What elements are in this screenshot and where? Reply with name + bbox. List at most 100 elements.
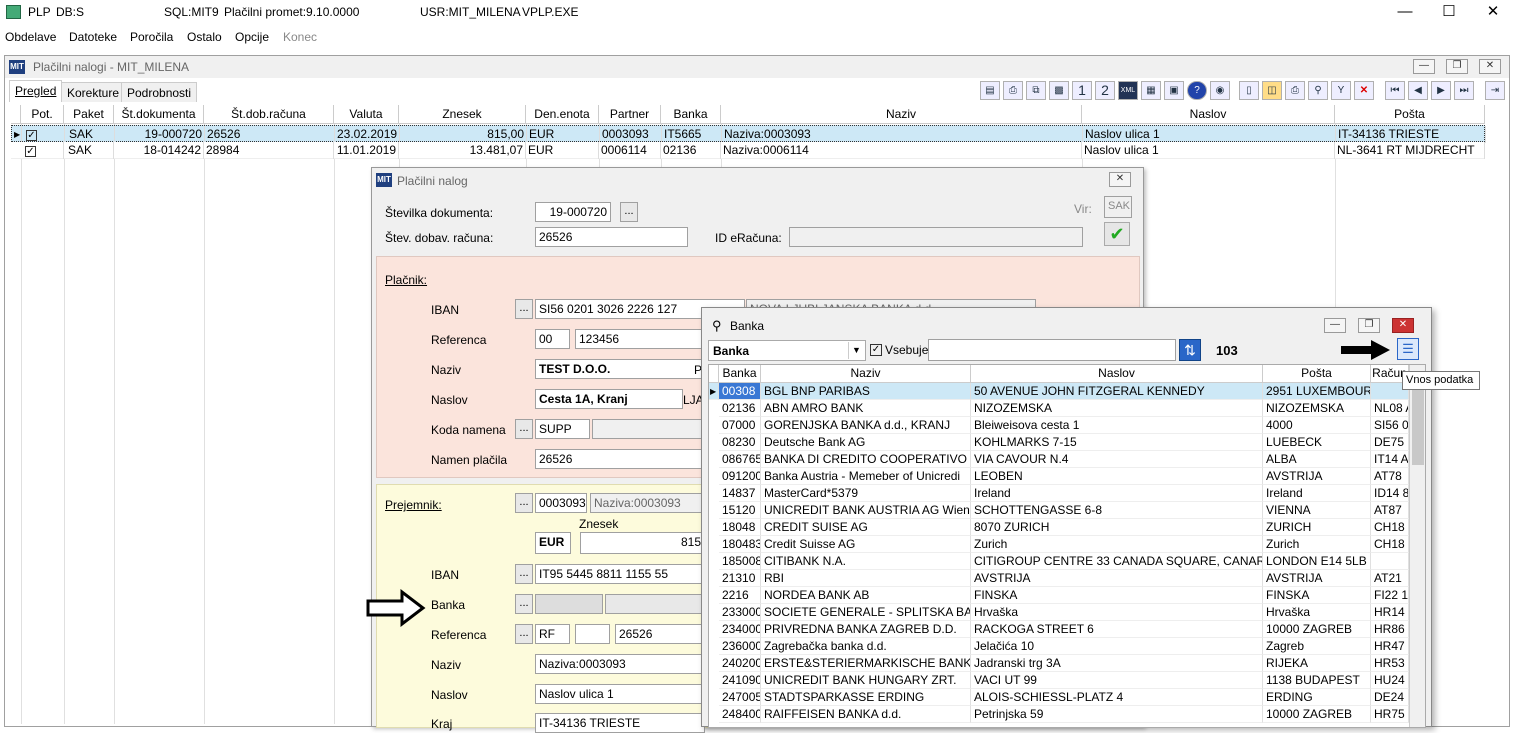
mdi-restore-button[interactable]: ❐ xyxy=(1446,59,1468,74)
menu-datoteke[interactable]: Datoteke xyxy=(69,30,117,44)
table-row[interactable]: 248400 RAIFFEISEN BANKA d.d. Petrinjska 59… xyxy=(709,706,1409,723)
table-row[interactable]: 07000 GORENJSKA BANKA d.d., KRANJ Bleiweis… xyxy=(709,417,1409,434)
printer-icon[interactable]: ⎙ xyxy=(1285,81,1305,100)
xml-icon[interactable]: XML xyxy=(1118,81,1138,100)
table-row[interactable]: ▶ ✓ SAK 19-000720 26526 23.02.2019 815,0… xyxy=(11,125,1486,143)
prejemnik-code-field[interactable]: 0003093 xyxy=(535,493,587,513)
chevron-down-icon[interactable]: ▼ xyxy=(848,342,864,359)
table-row[interactable]: 185008 CITIBANK N.A. CITIGROUP CENTRE 33 C… xyxy=(709,553,1409,570)
prejemnik-ref-middle[interactable] xyxy=(575,624,610,644)
table-row[interactable]: ▶ 00308 BGL BNP PARIBAS 50 AVENUE JOHN FITZ… xyxy=(709,383,1409,400)
last-record-icon[interactable]: ⏭ xyxy=(1454,81,1474,100)
table-row[interactable]: 14837 MasterCard*5379 Ireland Ireland ID14 8 xyxy=(709,485,1409,502)
print-icon[interactable]: ⎙ xyxy=(1003,81,1023,100)
prejemnik-ref-model[interactable]: RF xyxy=(535,624,570,644)
col-naziv-header[interactable]: Naziv xyxy=(761,365,971,383)
banka-close-button[interactable]: ✕ xyxy=(1392,318,1414,333)
banka-search-input[interactable] xyxy=(928,339,1176,361)
mdi-close-button[interactable]: ✕ xyxy=(1479,59,1501,74)
prejemnik-naziv-field[interactable]: Naziva:0003093 xyxy=(535,654,705,674)
col-paket-header[interactable]: Paket xyxy=(64,105,114,124)
table-row[interactable]: 15120 UNICREDIT BANK AUSTRIA AG Wien SCHOT… xyxy=(709,502,1409,519)
col-posta-header[interactable]: Pošta xyxy=(1335,105,1485,124)
table-row[interactable]: 236000 Zagrebačka banka d.d. Jelačića 10 Za… xyxy=(709,638,1409,655)
prejemnik-banka-code[interactable] xyxy=(535,594,603,614)
confirm-check-icon[interactable]: ✔ xyxy=(1104,222,1130,246)
menu-obdelave[interactable]: Obdelave xyxy=(5,30,56,44)
col-naslov-header[interactable]: Naslov xyxy=(1082,105,1335,124)
prejemnik-kraj-field[interactable]: IT-34136 TRIESTE xyxy=(535,713,705,733)
table-row[interactable]: 08230 Deutsche Bank AG KOHLMARKS 7-15 LUEBE… xyxy=(709,434,1409,451)
table-row[interactable]: 086765 BANKA DI CREDITO COOPERATIVO VIA CA… xyxy=(709,451,1409,468)
previous-record-icon[interactable]: ◀ xyxy=(1408,81,1428,100)
prejemnik-ref-lookup-button[interactable]: ... xyxy=(515,624,533,644)
prejemnik-naslov-field[interactable]: Naslov ulica 1 xyxy=(535,684,705,704)
table-row[interactable]: 240200ERSTE&STERIERMARKISCHE BANK d.d.Ja… xyxy=(709,655,1409,672)
table-row[interactable]: 02136 ABN AMRO BANK NIZOZEMSKA NIZOZEMSKA NL… xyxy=(709,400,1409,417)
koda-namena-lookup-button[interactable]: ... xyxy=(515,419,533,439)
platnik-iban-lookup-button[interactable]: ... xyxy=(515,299,533,319)
camera-icon[interactable]: ◉ xyxy=(1210,81,1230,100)
col-znesek-header[interactable]: Znesek xyxy=(399,105,526,124)
help-icon[interactable]: ? xyxy=(1187,81,1207,100)
export-icon[interactable]: ▩ xyxy=(1049,81,1069,100)
namen-placila-field[interactable]: 26526 xyxy=(535,449,703,469)
monitor-icon[interactable]: ▣ xyxy=(1164,81,1184,100)
col-pot-header[interactable]: Pot. xyxy=(21,105,64,124)
row-check[interactable]: ✓ xyxy=(24,126,65,143)
tab-korekture[interactable]: Korekture xyxy=(61,82,126,102)
row-check[interactable]: ✓ xyxy=(23,142,64,159)
table-row[interactable]: 241090 UNICREDIT BANK HUNGARY ZRT. VACI UT… xyxy=(709,672,1409,689)
exit-icon[interactable]: ⇥ xyxy=(1485,81,1505,100)
vnos-podatka-button[interactable]: ☰ xyxy=(1397,338,1419,360)
menu-opcije[interactable]: Opcije xyxy=(235,30,269,44)
koda-namena-field[interactable]: SUPP xyxy=(535,419,590,439)
id-eracuna-field[interactable] xyxy=(789,227,1083,247)
close-button[interactable]: ✕ xyxy=(1470,0,1514,25)
copy-icon[interactable]: ⧉ xyxy=(1026,81,1046,100)
dialog-close-button[interactable]: ✕ xyxy=(1109,172,1131,187)
col-dokument-header[interactable]: Št.dokumenta xyxy=(114,105,204,124)
prejemnik-iban-field[interactable]: IT95 5445 8811 1155 55 xyxy=(535,564,705,584)
platnik-naslov-field[interactable]: Cesta 1A, Kranj xyxy=(535,389,683,409)
table-row[interactable]: 21310 RBI AVSTRIJA AVSTRIJA AT21 xyxy=(709,570,1409,587)
filter-icon[interactable]: Y xyxy=(1331,81,1351,100)
col-valuta-header[interactable]: Valuta xyxy=(334,105,399,124)
prejemnik-ref-field[interactable]: 26526 xyxy=(615,624,705,644)
filter-field-select[interactable]: Banka ▼ xyxy=(708,340,866,361)
table-row[interactable]: 2216 NORDEA BANK AB FINSKA FINSKA FI22 1 xyxy=(709,587,1409,604)
prejemnik-banka-lookup-button[interactable]: ... xyxy=(515,594,533,614)
refresh-icon[interactable]: ⇅ xyxy=(1179,339,1201,361)
table-row[interactable]: 234000 PRIVREDNA BANKA ZAGREB D.D. RACKOGA… xyxy=(709,621,1409,638)
table-row[interactable]: 233000SOCIETE GENERALE - SPLITSKA BANKAH… xyxy=(709,604,1409,621)
col-banka-header[interactable]: Banka xyxy=(661,105,721,124)
table-row[interactable]: 18048 CREDIT SUISE AG 8070 ZURICH ZURICH CH1… xyxy=(709,519,1409,536)
table-row[interactable]: 091200 Banka Austria - Memeber of Unicred… xyxy=(709,468,1409,485)
amount-field[interactable]: 815 xyxy=(580,532,705,554)
menu-konec[interactable]: Konec xyxy=(283,30,317,44)
table-row[interactable]: 247005 STADTSPARKASSE ERDING ALOIS-SCHIESS… xyxy=(709,689,1409,706)
tab-podrobnosti[interactable]: Podrobnosti xyxy=(121,82,198,102)
col-naziv-header[interactable]: Naziv xyxy=(721,105,1082,124)
maximize-button[interactable]: ☐ xyxy=(1426,0,1472,25)
tab-pregled[interactable]: Pregled xyxy=(9,80,63,102)
col-banka-header[interactable]: Banka xyxy=(719,365,761,383)
prejemnik-iban-lookup-button[interactable]: ... xyxy=(515,564,533,584)
first-record-icon[interactable]: ⏮ xyxy=(1385,81,1405,100)
prejemnik-lookup-button[interactable]: ... xyxy=(515,493,533,513)
vsebuje-checkbox[interactable]: ✓ xyxy=(870,344,882,356)
one-icon[interactable]: 1 xyxy=(1072,81,1092,100)
banka-minimize-button[interactable]: — xyxy=(1324,318,1346,333)
col-posta-header[interactable]: Pošta xyxy=(1263,365,1371,383)
platnik-ref-model[interactable]: 00 xyxy=(535,329,570,349)
scrollbar-thumb[interactable] xyxy=(1412,385,1424,465)
search-icon[interactable]: ⚲ xyxy=(1308,81,1328,100)
next-record-icon[interactable]: ▶ xyxy=(1431,81,1451,100)
table-row[interactable]: 180483 Credit Suisse AG Zurich Zurich CH18 xyxy=(709,536,1409,553)
mdi-minimize-button[interactable]: — xyxy=(1413,59,1435,74)
platnik-ref-field[interactable]: 123456 xyxy=(575,329,705,349)
menu-ostalo[interactable]: Ostalo xyxy=(187,30,222,44)
document-icon[interactable]: ▤ xyxy=(980,81,1000,100)
open-folder-icon[interactable]: ◫ xyxy=(1262,81,1282,100)
banka-restore-button[interactable]: ❐ xyxy=(1358,318,1380,333)
